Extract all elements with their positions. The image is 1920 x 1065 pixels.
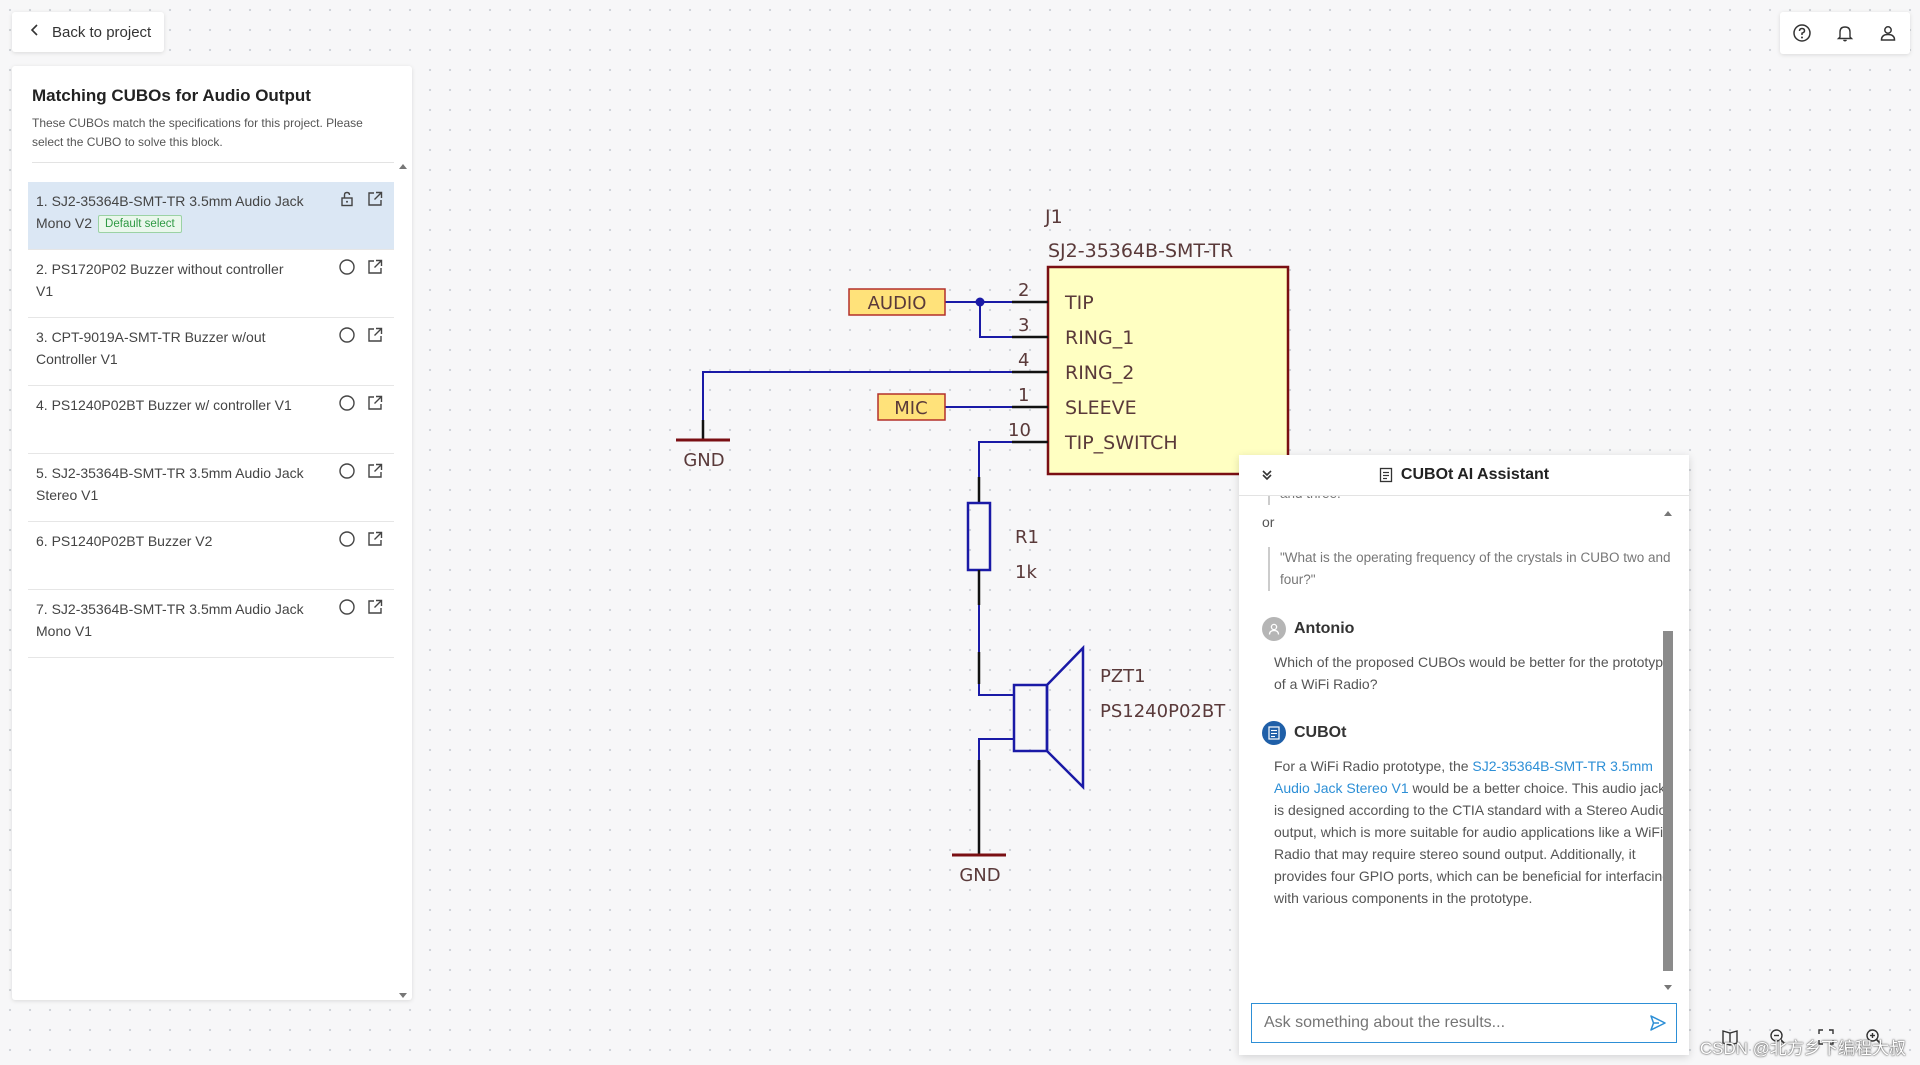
ai-assistant-header: CUBOt AI Assistant [1239,455,1689,496]
radio-icon[interactable] [338,598,356,616]
collapse-chevrons-icon[interactable] [1259,467,1275,483]
back-to-project-button[interactable]: Back to project [12,12,164,52]
pin-name: RING_2 [1065,362,1134,384]
cubo-item-label: 6. PS1240P02BT Buzzer V2 [36,533,213,549]
cubo-item-label: 2. PS1720P02 Buzzer without controller V… [36,261,284,299]
ai-assistant-title: CUBOt AI Assistant [1400,466,1550,483]
radio-icon[interactable] [338,394,356,412]
divider [32,162,394,163]
cubo-item-label: 4. PS1240P02BT Buzzer w/ controller V1 [36,397,292,413]
user-icon[interactable] [1878,23,1898,43]
scroll-down-arrow[interactable] [399,993,407,998]
bell-icon[interactable] [1835,23,1855,43]
chevron-left-icon [28,23,42,41]
schematic-canvas[interactable]: J1 SJ2-35364B-SMT-TR 2 3 4 1 10 TIP RING… [660,190,1300,890]
pin-name: TIP_SWITCH [1064,432,1178,454]
open-external-icon[interactable] [366,326,384,344]
cubo-item-label: 3. CPT-9019A-SMT-TR Buzzer w/out Control… [36,329,266,367]
robot-icon [1379,467,1393,483]
cubo-list: 1. SJ2-35364B-SMT-TR 3.5mm Audio Jack Mo… [28,182,394,658]
open-external-icon[interactable] [366,462,384,480]
open-external-icon[interactable] [366,190,384,208]
help-icon[interactable] [1792,23,1812,43]
resistor-value: 1k [1015,562,1037,583]
cubo-list-item[interactable]: 7. SJ2-35364B-SMT-TR 3.5mm Audio Jack Mo… [28,590,394,658]
user-message: Which of the proposed CUBOs would be bet… [1274,654,1671,692]
open-external-icon[interactable] [366,394,384,412]
cubo-matches-panel: Matching CUBOs for Audio Output These CU… [12,66,412,1000]
bot-avatar-icon [1262,721,1286,745]
buzzer-horn [1045,644,1085,791]
audio-net-text: AUDIO [868,293,927,314]
radio-icon[interactable] [338,530,356,548]
bot-message: For a WiFi Radio prototype, the SJ2-3536… [1262,755,1673,909]
ask-input[interactable] [1252,1013,1640,1033]
scroll-down-arrow[interactable] [1664,985,1672,990]
watermark: CSDN @北方乡下编程大叔 [1699,1039,1906,1058]
buzzer-reference: PZT1 [1100,666,1146,687]
mic-net-text: MIC [894,398,927,419]
pin-number: 10 [1008,420,1031,441]
cubo-list-item[interactable]: 4. PS1240P02BT Buzzer w/ controller V1 [28,386,394,454]
gnd-label: GND [683,450,724,471]
pin-number: 4 [1018,350,1029,371]
cubo-list-item[interactable]: 3. CPT-9019A-SMT-TR Buzzer w/out Control… [28,318,394,386]
default-select-badge: Default select [98,215,182,234]
bot-message-text: For a WiFi Radio prototype, the [1274,758,1473,774]
user-message-header: Antonio [1262,617,1673,641]
radio-icon[interactable] [338,326,356,344]
pin-number: 3 [1018,315,1029,336]
cubo-list-item[interactable]: 5. SJ2-35364B-SMT-TR 3.5mm Audio Jack St… [28,454,394,522]
open-external-icon[interactable] [366,598,384,616]
cubo-list-item[interactable]: 6. PS1240P02BT Buzzer V2 [28,522,394,590]
example-question: "What is the operating frequency of the … [1268,547,1673,591]
cubo-item-label: 5. SJ2-35364B-SMT-TR 3.5mm Audio Jack St… [36,465,304,503]
bot-message-header: CUBOt [1262,721,1673,745]
quote-fragment: and three. [1268,496,1673,505]
scroll-up-arrow[interactable] [1664,511,1672,516]
pin-name: SLEEVE [1065,397,1137,419]
cubo-list-item[interactable]: 1. SJ2-35364B-SMT-TR 3.5mm Audio Jack Mo… [28,182,394,250]
ai-scrollbar[interactable] [1662,511,1674,991]
back-label: Back to project [52,23,152,41]
radio-icon[interactable] [338,462,356,480]
ai-assistant-panel: CUBOt AI Assistant and three. or "What i… [1239,455,1689,1055]
unlock-icon[interactable] [338,190,356,208]
radio-icon[interactable] [338,258,356,276]
buzzer-pzt1[interactable] [1012,683,1049,753]
scroll-up-arrow[interactable] [399,164,407,169]
pin-name: RING_1 [1065,327,1134,349]
send-icon[interactable] [1640,1014,1676,1032]
user-avatar-icon [1262,617,1286,641]
ai-input-box[interactable] [1251,1003,1677,1043]
list-scrollbar[interactable] [398,164,408,998]
cubo-item-label: 7. SJ2-35364B-SMT-TR 3.5mm Audio Jack Mo… [36,601,304,639]
j1-part-number: SJ2-35364B-SMT-TR [1048,240,1233,262]
open-external-icon[interactable] [366,530,384,548]
bot-name: CUBOt [1294,724,1347,741]
or-text: or [1262,514,1275,530]
panel-title: Matching CUBOs for Audio Output [32,86,311,105]
panel-description: These CUBOs match the specifications for… [32,116,363,149]
bot-message-text: would be a better choice. This audio jac… [1274,780,1671,906]
user-name: Antonio [1294,620,1355,637]
gnd-label: GND [959,865,1000,886]
pin-number: 1 [1018,385,1029,406]
resistor-r1[interactable] [966,501,992,572]
junction-dot [975,297,985,307]
ai-conversation: and three. or "What is the operating fre… [1239,496,1673,1026]
pin-name: TIP [1064,292,1094,314]
open-external-icon[interactable] [366,258,384,276]
buzzer-part: PS1240P02BT [1100,701,1226,722]
j1-reference: J1 [1044,206,1063,228]
resistor-reference: R1 [1015,527,1039,548]
top-toolbar [1780,12,1910,54]
pin-number: 2 [1018,280,1029,301]
scroll-thumb[interactable] [1663,631,1673,971]
cubo-list-item[interactable]: 2. PS1720P02 Buzzer without controller V… [28,250,394,318]
